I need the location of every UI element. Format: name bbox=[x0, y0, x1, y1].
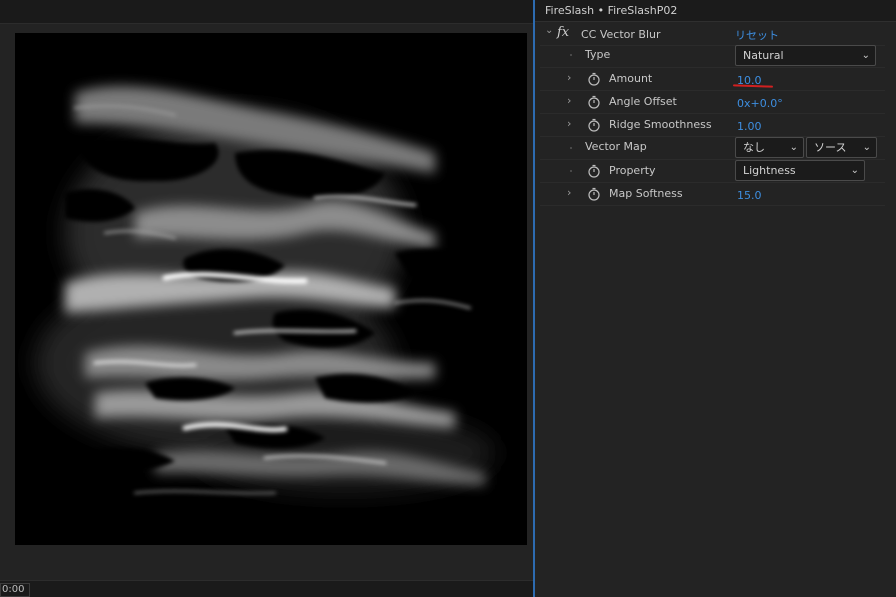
chevron-right-icon[interactable]: › bbox=[567, 186, 571, 199]
chevron-down-icon: ⌄ bbox=[850, 165, 859, 176]
row-dot bbox=[570, 54, 572, 56]
type-label: Type bbox=[585, 48, 611, 61]
vector-map-layer-dropdown[interactable]: なし ⌄ bbox=[735, 137, 804, 158]
vector-map-source-dropdown[interactable]: ソース ⌄ bbox=[806, 137, 877, 158]
panel-header: FireSlash • FireSlashP02 bbox=[535, 0, 896, 22]
effect-header-row[interactable]: ⌄ fx CC Vector Blur リセット bbox=[540, 23, 885, 46]
angle-offset-value[interactable]: 0x+0.0° bbox=[737, 97, 783, 110]
type-dropdown-value: Natural bbox=[743, 49, 784, 62]
property-dropdown-value: Lightness bbox=[743, 164, 796, 177]
timecode-field[interactable]: 0:00 bbox=[0, 583, 30, 597]
map-softness-label: Map Softness bbox=[609, 187, 683, 200]
composition-viewer: 0:00 bbox=[0, 0, 533, 597]
row-dot bbox=[570, 170, 572, 172]
composition-canvas[interactable] bbox=[15, 33, 527, 545]
chevron-down-icon: ⌄ bbox=[789, 142, 798, 153]
chevron-down-icon[interactable]: ⌄ bbox=[545, 25, 553, 36]
stopwatch-icon[interactable] bbox=[588, 118, 600, 132]
property-dropdown[interactable]: Lightness ⌄ bbox=[735, 160, 865, 181]
ridge-smoothness-value[interactable]: 1.00 bbox=[737, 120, 762, 133]
row-dot bbox=[570, 147, 572, 149]
ridge-smoothness-label: Ridge Smoothness bbox=[609, 118, 712, 131]
blurred-fire-preview bbox=[15, 33, 527, 545]
amount-row: › Amount 10.0 bbox=[540, 68, 885, 91]
stopwatch-icon[interactable] bbox=[588, 187, 600, 201]
panel-title: FireSlash • FireSlashP02 bbox=[545, 4, 678, 17]
chevron-right-icon[interactable]: › bbox=[567, 71, 571, 84]
vector-map-layer-value: なし bbox=[743, 141, 765, 154]
vector-map-label: Vector Map bbox=[585, 140, 647, 153]
map-softness-value[interactable]: 15.0 bbox=[737, 189, 762, 202]
property-label: Property bbox=[609, 164, 656, 177]
angle-offset-row: › Angle Offset 0x+0.0° bbox=[540, 91, 885, 114]
map-softness-row: › Map Softness 15.0 bbox=[540, 183, 885, 206]
chevron-right-icon[interactable]: › bbox=[567, 94, 571, 107]
vector-map-row: Vector Map なし ⌄ ソース ⌄ bbox=[540, 137, 885, 160]
angle-offset-label: Angle Offset bbox=[609, 95, 677, 108]
fx-icon[interactable]: fx bbox=[557, 25, 569, 40]
stopwatch-icon[interactable] bbox=[588, 72, 600, 86]
ridge-smoothness-row: › Ridge Smoothness 1.00 bbox=[540, 114, 885, 137]
chevron-down-icon: ⌄ bbox=[861, 50, 870, 61]
stopwatch-icon[interactable] bbox=[588, 164, 600, 178]
viewer-toolbar bbox=[0, 0, 533, 24]
type-row: Type Natural ⌄ bbox=[540, 44, 885, 68]
effect-controls-panel: FireSlash • FireSlashP02 ⌄ fx CC Vector … bbox=[535, 0, 896, 597]
reset-link[interactable]: リセット bbox=[735, 27, 779, 43]
vector-map-source-value: ソース bbox=[814, 141, 847, 154]
stopwatch-icon[interactable] bbox=[588, 95, 600, 109]
property-row: Property Lightness ⌄ bbox=[540, 160, 885, 183]
type-dropdown[interactable]: Natural ⌄ bbox=[735, 45, 876, 66]
chevron-right-icon[interactable]: › bbox=[567, 117, 571, 130]
chevron-down-icon: ⌄ bbox=[862, 142, 871, 153]
viewer-bottom-bar: 0:00 bbox=[0, 580, 533, 597]
effect-name: CC Vector Blur bbox=[581, 28, 661, 41]
amount-label: Amount bbox=[609, 72, 653, 85]
